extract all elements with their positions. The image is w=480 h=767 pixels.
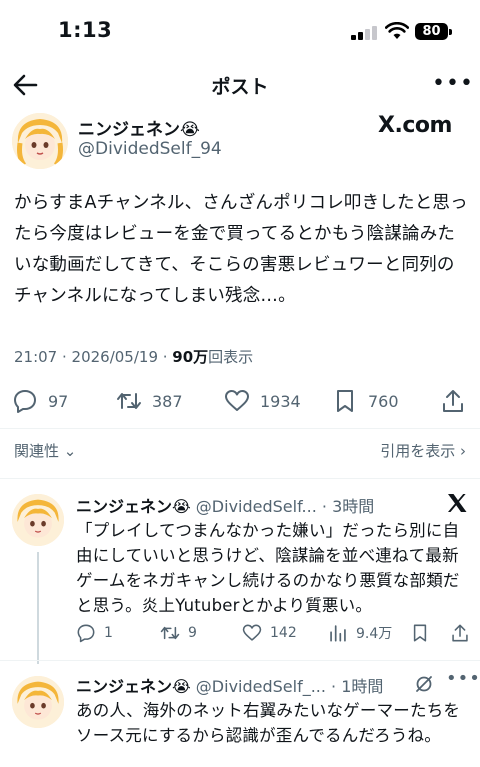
wifi-icon	[385, 22, 409, 39]
divider	[0, 478, 480, 479]
battery-nub	[449, 29, 452, 35]
cellular-signal-icon	[351, 26, 377, 40]
reply-text: 「プレイしてつまんなかった嫌い」だったら別に自由にしていいと思うけど、陰謀論を並…	[76, 521, 460, 615]
share-icon	[452, 624, 468, 642]
like-count: 1934	[260, 391, 301, 411]
reply-avatar[interactable]	[12, 494, 64, 546]
thread-line	[37, 552, 39, 664]
reply-count: 97	[48, 391, 69, 411]
post-text: からすまAチャンネル、さんざんポリコレ叩きしたと思ったら今度はレビューを金で買っ…	[14, 193, 468, 306]
post-timestamp: 21:07 · 2026/05/19 ·	[14, 348, 173, 366]
top-navigation: ポスト •••	[0, 62, 480, 108]
bookmark-icon	[337, 390, 353, 412]
bookmark-count: 760	[368, 391, 399, 411]
view-count-label: 回表示	[208, 348, 254, 366]
reply-like-count: 142	[270, 625, 297, 641]
repost-count: 387	[152, 391, 183, 411]
reply-views-button[interactable]: 9.4万	[328, 620, 392, 646]
bookmark-button[interactable]: 760	[332, 384, 399, 418]
like-button[interactable]: 1934	[224, 384, 301, 418]
reply-author-handle[interactable]: @DividedSelf_...	[196, 677, 326, 696]
reply-icon	[77, 624, 95, 643]
grok-icon[interactable]	[414, 674, 434, 694]
reply-more-options-icon[interactable]: •••	[446, 668, 480, 689]
repost-icon	[160, 626, 180, 640]
heart-icon	[225, 390, 249, 411]
status-bar: 1:13 80	[0, 0, 480, 62]
analytics-icon	[330, 625, 346, 642]
reply-bookmark-button[interactable]	[410, 620, 430, 646]
divider	[0, 660, 480, 661]
reply-time: · 1時間	[325, 677, 384, 696]
source-badge: X.com	[378, 113, 452, 138]
reply-button[interactable]: 97	[12, 384, 68, 418]
sort-relevance-dropdown[interactable]: 関連性 ⌄	[14, 440, 76, 461]
author-handle[interactable]: @DividedSelf_94	[78, 139, 222, 159]
status-time: 1:13	[58, 18, 113, 42]
post-action-bar: 97 387 1934 760	[0, 384, 480, 418]
repost-button[interactable]: 387	[116, 384, 183, 418]
reply-like-button[interactable]: 142	[242, 620, 297, 646]
reply-reply-button[interactable]: 1	[76, 620, 113, 646]
post-meta: 21:07 · 2026/05/19 · 90万回表示	[14, 346, 253, 367]
more-options-icon[interactable]: •••	[432, 72, 473, 96]
repost-icon	[117, 393, 141, 409]
page-title: ポスト	[211, 76, 269, 98]
reply-icon	[14, 390, 36, 413]
reply-view-count: 9.4万	[356, 626, 393, 642]
reply-header: ニンジェネン😭 @DividedSelf... · 3時間	[76, 493, 374, 517]
reply-share-button[interactable]	[450, 620, 470, 646]
reply-repost-count: 9	[188, 625, 197, 641]
divider	[0, 428, 480, 429]
author-avatar[interactable]	[12, 113, 68, 169]
author-name[interactable]: ニンジェネン😭	[78, 115, 200, 140]
reply-author-name[interactable]: ニンジェネン😭	[76, 497, 191, 516]
reply-reply-count: 1	[104, 625, 113, 641]
battery-indicator: 80	[415, 23, 448, 40]
share-icon	[443, 390, 463, 412]
reply-time: · 3時間	[316, 497, 375, 516]
reply-author-name[interactable]: ニンジェネン😭	[76, 677, 191, 696]
reply-repost-button[interactable]: 9	[160, 620, 197, 646]
reply-header: ニンジェネン😭 @DividedSelf_... · 1時間	[76, 673, 383, 697]
heart-icon	[242, 624, 262, 641]
reply-avatar[interactable]	[12, 676, 64, 728]
view-count: 90万	[172, 348, 209, 366]
x-logo-icon	[448, 494, 467, 512]
reply-author-handle[interactable]: @DividedSelf...	[196, 497, 317, 516]
share-button[interactable]	[440, 384, 466, 418]
reply-text: あの人、海外のネット右翼みたいなゲーマーたちをソース元にするから認識が歪んでるん…	[76, 701, 461, 745]
reply-action-bar: 1 9 142 9.4万	[76, 620, 470, 646]
bookmark-icon	[413, 624, 427, 642]
view-quotes-link[interactable]: 引用を表示 ›	[380, 440, 466, 461]
